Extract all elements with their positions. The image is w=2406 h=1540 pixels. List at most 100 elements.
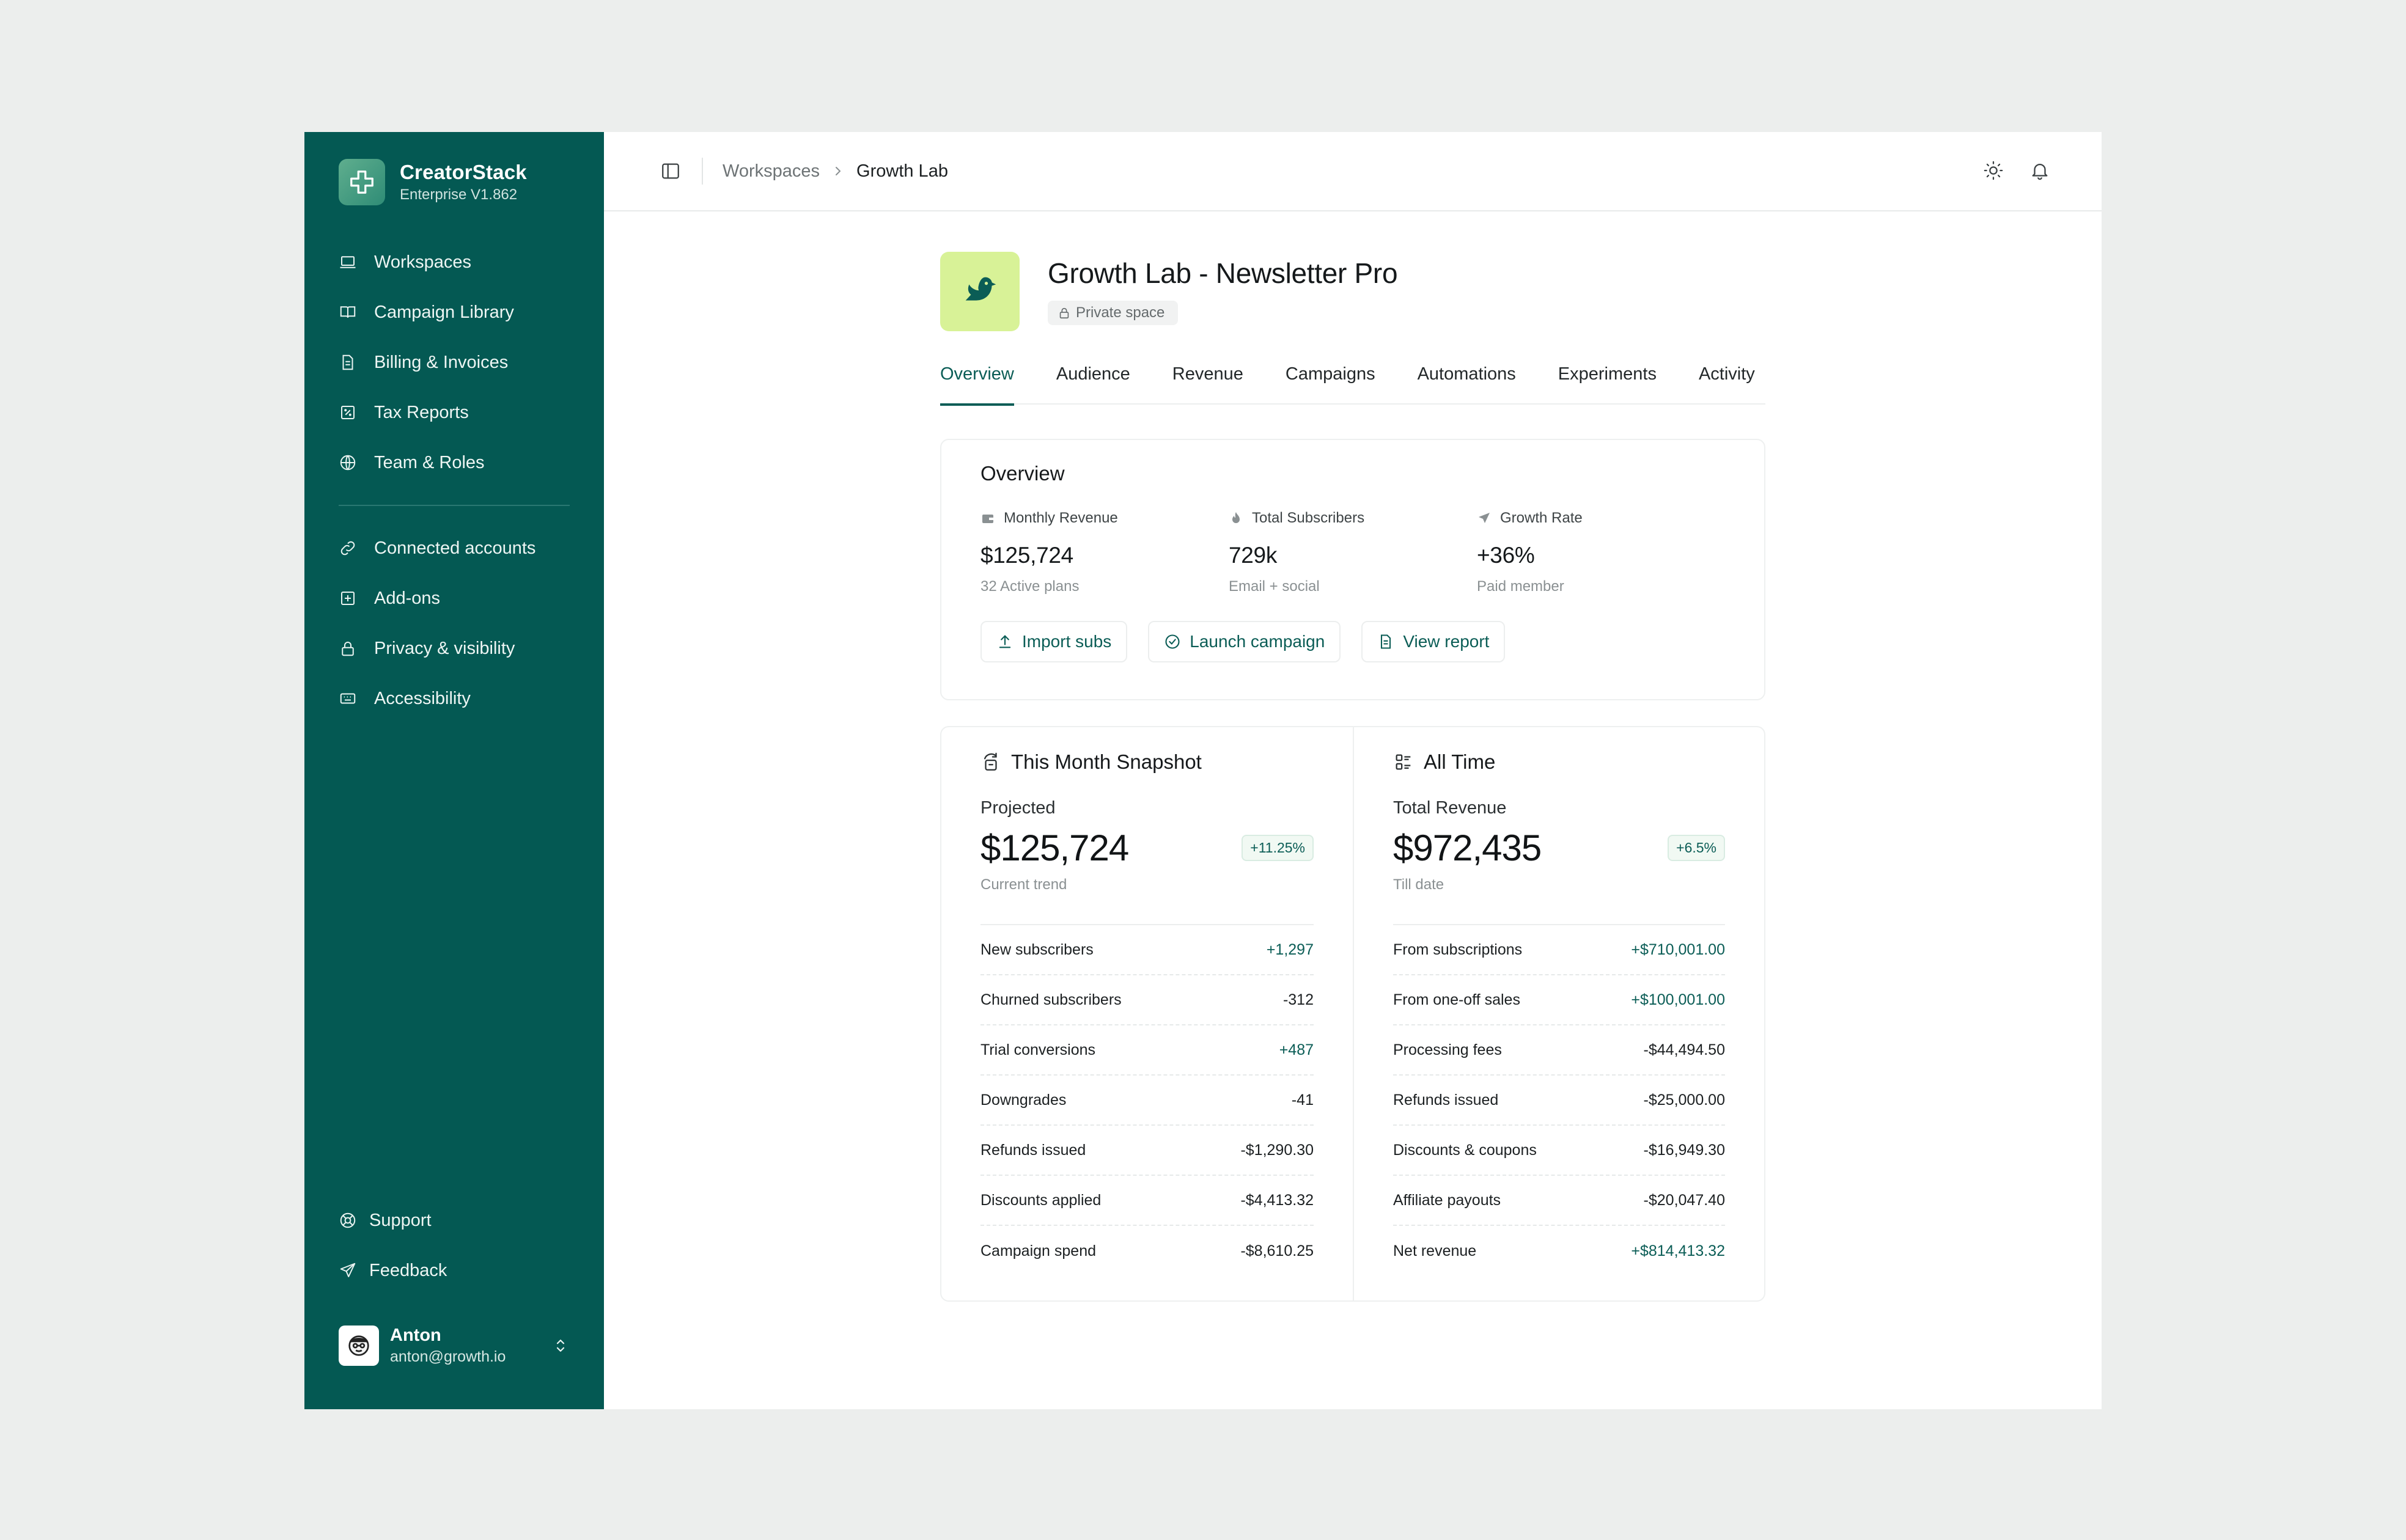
stat-label: Total Subscribers [1252, 510, 1365, 526]
user-menu[interactable]: Anton anton@growth.io [339, 1321, 570, 1370]
tab-revenue[interactable]: Revenue [1172, 364, 1243, 405]
row-label: Downgrades [980, 1091, 1067, 1109]
view-report-button[interactable]: View report [1361, 621, 1506, 662]
change-badge: +11.25% [1242, 835, 1314, 861]
stat-value: +36% [1477, 543, 1535, 568]
stat-growth-rate: Growth Rate +36% Paid member [1477, 510, 1725, 595]
top-bar: Workspaces Growth Lab [604, 132, 2102, 211]
stat-sub: Paid member [1477, 578, 1564, 595]
main-content: Workspaces Growth Lab Growth Lab - Newsl… [604, 132, 2102, 1409]
launch-campaign-button[interactable]: Launch campaign [1148, 621, 1341, 662]
sidebar-item-label: Connected accounts [374, 538, 536, 558]
table-row: Churned subscribers -312 [980, 975, 1314, 1025]
user-email: anton@growth.io [390, 1348, 506, 1365]
snapshot-card: This Month Snapshot Projected $125,724 +… [940, 726, 1765, 1302]
send-icon [340, 1263, 356, 1277]
row-value: -$20,047.40 [1643, 1191, 1725, 1209]
button-label: View report [1403, 632, 1490, 651]
sidebar-item-billing[interactable]: Billing & Invoices [339, 337, 570, 387]
private-space-badge: Private space [1048, 301, 1179, 325]
check-circle-icon [1165, 634, 1180, 649]
value-caption: Current trend [980, 876, 1067, 893]
sun-icon[interactable] [1983, 160, 2004, 181]
total-revenue-value: $972,435 [1393, 827, 1542, 868]
alltime-rows: From subscriptions +$710,001.00 From one-… [1393, 924, 1725, 1276]
sidebar-item-label: Add-ons [374, 588, 441, 608]
row-value: +$710,001.00 [1631, 941, 1725, 958]
tab-experiments[interactable]: Experiments [1558, 364, 1657, 405]
row-label: From one-off sales [1393, 991, 1520, 1008]
table-row: Downgrades -41 [980, 1076, 1314, 1126]
import-subs-button[interactable]: Import subs [980, 621, 1128, 662]
table-row: Affiliate payouts -$20,047.40 [1393, 1176, 1725, 1226]
stat-total-subscribers: Total Subscribers 729k Email + social [1229, 510, 1477, 595]
stat-label: Growth Rate [1500, 510, 1583, 526]
overview-title: Overview [980, 462, 1065, 485]
sidebar-item-connected-accounts[interactable]: Connected accounts [339, 523, 570, 573]
section-title: All Time [1424, 750, 1496, 773]
tab-audience[interactable]: Audience [1056, 364, 1130, 405]
row-label: Campaign spend [980, 1242, 1097, 1260]
table-row: Campaign spend -$8,610.25 [980, 1226, 1314, 1276]
sidebar-item-label: Tax Reports [374, 402, 469, 422]
chevron-right-icon [836, 167, 841, 175]
brand-version: Enterprise V1.862 [400, 186, 518, 203]
projected-value: $125,724 [980, 827, 1129, 868]
sidebar-item-privacy[interactable]: Privacy & visibility [339, 623, 570, 673]
button-label: Launch campaign [1190, 632, 1325, 651]
sidebar-item-feedback[interactable]: Feedback [339, 1245, 570, 1296]
sidebar-toggle-icon[interactable] [660, 161, 681, 182]
table-row: Net revenue +$814,413.32 [1393, 1226, 1725, 1276]
row-value: -41 [1291, 1091, 1314, 1109]
row-label: Discounts applied [980, 1191, 1102, 1209]
sidebar-item-workspaces[interactable]: Workspaces [339, 237, 570, 287]
tab-automations[interactable]: Automations [1418, 364, 1516, 405]
chevron-up-down-icon[interactable] [551, 1336, 570, 1355]
breadcrumb-workspaces[interactable]: Workspaces [723, 161, 820, 182]
button-label: Import subs [1022, 632, 1112, 651]
row-value: -$1,290.30 [1240, 1141, 1314, 1159]
sidebar-item-label: Campaign Library [374, 302, 514, 322]
sidebar-item-campaign-library[interactable]: Campaign Library [339, 287, 570, 337]
tab-campaigns[interactable]: Campaigns [1286, 364, 1375, 405]
row-value: +487 [1279, 1041, 1314, 1058]
sidebar-item-accessibility[interactable]: Accessibility [339, 673, 570, 724]
tab-activity[interactable]: Activity [1699, 364, 1755, 405]
document-icon [1381, 634, 1391, 649]
brand[interactable]: CreatorStack Enterprise V1.862 [339, 159, 527, 205]
sidebar-item-team-roles[interactable]: Team & Roles [339, 438, 570, 488]
row-label: Net revenue [1393, 1242, 1477, 1260]
row-value: -$25,000.00 [1643, 1091, 1725, 1109]
sidebar-item-add-ons[interactable]: Add-ons [339, 573, 570, 623]
row-value: -$4,413.32 [1240, 1191, 1314, 1209]
bird-icon [940, 252, 1020, 331]
stat-sub: 32 Active plans [980, 578, 1080, 595]
table-row: Trial conversions +487 [980, 1025, 1314, 1076]
breadcrumb-current: Growth Lab [856, 161, 948, 181]
row-value: +$814,413.32 [1631, 1242, 1725, 1260]
page-title: Growth Lab - Newsletter Pro [1048, 257, 1398, 289]
row-value: -$16,949.30 [1643, 1141, 1725, 1159]
table-row: Discounts applied -$4,413.32 [980, 1176, 1314, 1226]
sidebar-item-support[interactable]: Support [339, 1195, 570, 1245]
sidebar-item-tax-reports[interactable]: Tax Reports [339, 387, 570, 438]
lock-icon [342, 642, 354, 656]
row-value: -$44,494.50 [1643, 1041, 1725, 1058]
row-label: Refunds issued [1393, 1091, 1499, 1109]
value-caption: Till date [1393, 876, 1444, 893]
overview-stats: Monthly Revenue $125,724 32 Active plans… [980, 510, 1725, 595]
tab-overview[interactable]: Overview [940, 364, 1014, 406]
wallet-icon [982, 515, 993, 523]
table-row: New subscribers +1,297 [980, 925, 1314, 975]
user-name: Anton [390, 1326, 441, 1345]
sidebar-item-label: Privacy & visibility [374, 638, 515, 658]
upload-icon [999, 635, 1011, 648]
laptop-icon [340, 256, 356, 268]
percent-square-icon [341, 406, 355, 419]
stat-label: Monthly Revenue [1004, 510, 1118, 526]
table-row: From one-off sales +$100,001.00 [1393, 975, 1725, 1025]
bell-icon[interactable] [2029, 160, 2050, 181]
document-icon [342, 354, 353, 370]
stat-sub: Email + social [1229, 578, 1320, 595]
table-row: Refunds issued -$25,000.00 [1393, 1076, 1725, 1126]
